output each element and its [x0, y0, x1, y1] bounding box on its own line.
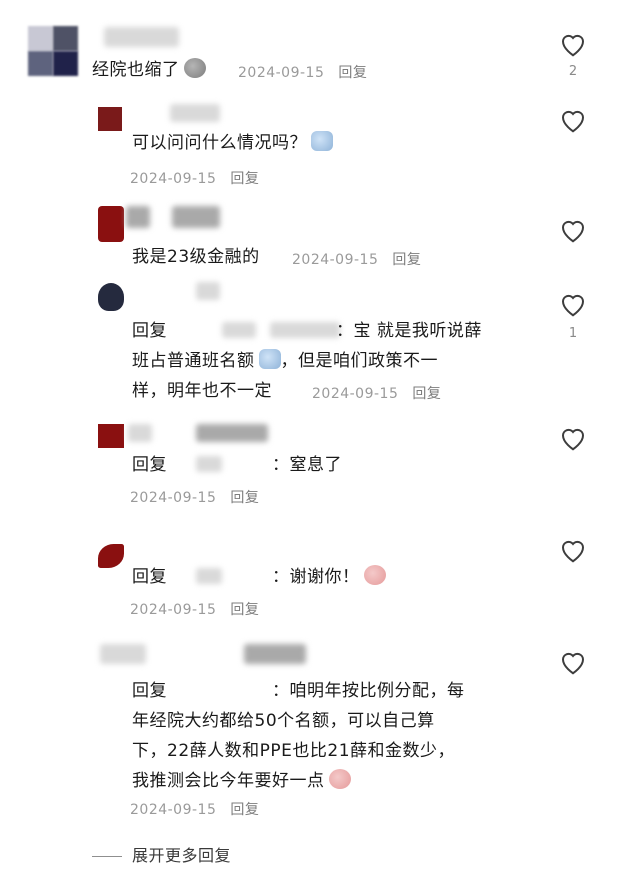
avatar[interactable] — [98, 283, 124, 311]
avatar[interactable] — [98, 107, 122, 131]
avatar[interactable] — [98, 424, 124, 448]
username-redacted — [172, 206, 220, 228]
reply-button[interactable]: 回复 — [230, 490, 259, 506]
heart-icon[interactable] — [558, 536, 588, 564]
reply-button[interactable]: 回复 — [230, 802, 259, 818]
username-redacted — [196, 568, 222, 584]
emoji-icon — [183, 58, 206, 78]
emoji-icon — [311, 131, 333, 151]
comment-date: 2024-09-15 — [130, 171, 217, 187]
username-redacted — [196, 424, 268, 442]
comment-text: 下，22薛人数和PPE也比21薛和金数少， — [132, 741, 456, 761]
comment-date: 2024-09-15 — [312, 386, 399, 402]
username-redacted — [244, 644, 306, 664]
emoji-icon — [363, 565, 386, 585]
comment-text: 我是23级金融的 — [132, 247, 260, 267]
comment-text: 班占普通班名额 ，但是咱们政策不一 — [132, 349, 438, 371]
emoji-icon — [328, 769, 351, 789]
reply-button[interactable]: 回复 — [412, 386, 441, 402]
comment-meta: 2024-09-15 回复 — [130, 487, 259, 507]
comment-text: ：咱明年按比例分配，每 — [272, 681, 465, 701]
comment-date: 2024-09-15 — [292, 252, 379, 268]
expand-more-replies[interactable]: 展开更多回复 — [132, 841, 231, 871]
avatar[interactable] — [98, 206, 124, 242]
comment-date: 2024-09-15 — [130, 602, 217, 618]
avatar[interactable] — [98, 544, 124, 568]
reply-button[interactable]: 回复 — [230, 171, 259, 187]
avatar[interactable] — [28, 26, 78, 76]
username-redacted — [128, 424, 152, 442]
comment-text: 回复 — [132, 681, 167, 701]
comment-meta: 2024-09-15 回复 — [292, 249, 421, 269]
reply-button[interactable]: 回复 — [230, 602, 259, 618]
heart-icon[interactable] — [558, 216, 588, 244]
like-count: 1 — [568, 326, 578, 341]
like-count: 2 — [568, 64, 578, 79]
comment-meta: 2024-09-15 回复 — [130, 168, 259, 188]
comment-text: ：宝 就是我听说薛 — [336, 321, 482, 341]
comment-text: ：窒息了 — [272, 455, 342, 475]
username-redacted — [126, 206, 150, 228]
comment-text: 回复 — [132, 455, 167, 475]
comment-date: 2024-09-15 — [130, 490, 217, 506]
comment-text: 回复 — [132, 567, 167, 587]
username-redacted — [222, 322, 256, 338]
avatar[interactable] — [100, 644, 146, 664]
comment-text: 样，明年也不一定 — [132, 381, 272, 401]
heart-icon[interactable] — [558, 648, 588, 676]
comment-text: 我推测会比今年要好一点 — [132, 766, 351, 796]
comment-text: ：谢谢你！ — [272, 562, 386, 592]
username-redacted — [196, 456, 222, 472]
comment-meta: 2024-09-15 回复 — [238, 62, 367, 82]
heart-icon[interactable] — [558, 424, 588, 452]
comment-date: 2024-09-15 — [238, 65, 325, 81]
comment-date: 2024-09-15 — [130, 802, 217, 818]
reply-button[interactable]: 回复 — [392, 252, 421, 268]
username-redacted — [270, 322, 340, 338]
comment-text: 回复 — [132, 321, 167, 341]
heart-icon[interactable] — [558, 106, 588, 134]
username-redacted — [196, 282, 220, 300]
comment-text: 年经院大约都给50个名额，可以自己算 — [132, 711, 435, 731]
username-redacted — [170, 104, 220, 122]
emoji-icon — [258, 349, 281, 369]
heart-icon[interactable] — [558, 290, 588, 318]
comment-meta: 2024-09-15 回复 — [130, 799, 259, 819]
comment-text: 可以问问什么情况吗？ — [132, 128, 333, 158]
heart-icon[interactable] — [558, 30, 588, 58]
divider — [92, 856, 122, 857]
reply-button[interactable]: 回复 — [338, 65, 367, 81]
username-redacted — [104, 27, 179, 47]
comment-meta: 2024-09-15 回复 — [130, 599, 259, 619]
comment-text: 经院也缩了 — [92, 55, 206, 85]
comment-meta: 2024-09-15 回复 — [312, 383, 441, 403]
